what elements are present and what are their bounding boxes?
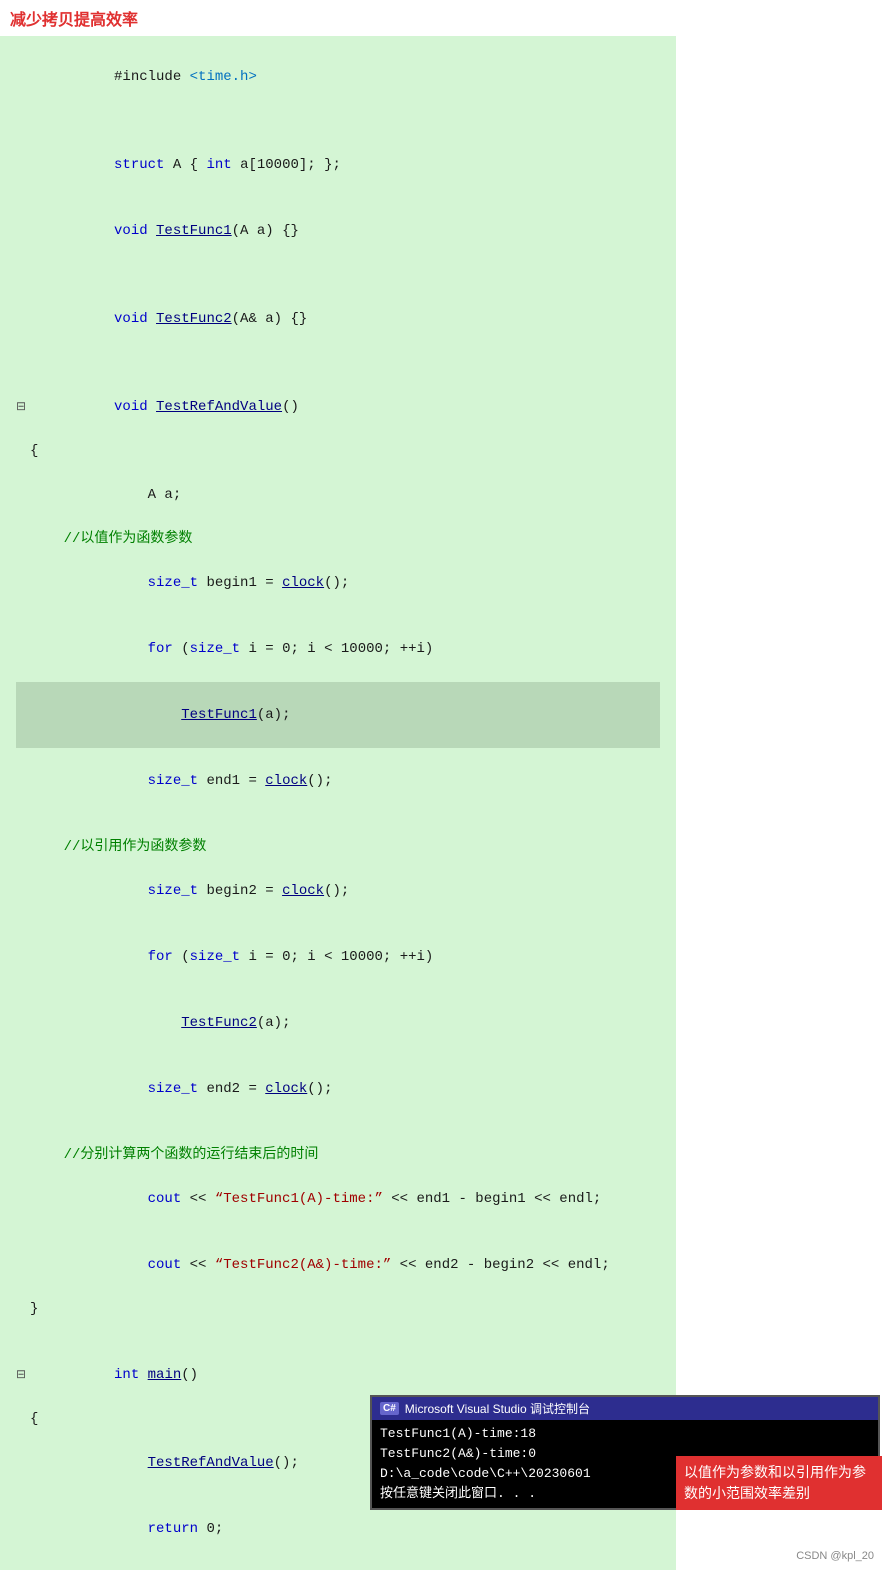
code-area: #include <time.h> struct A { int a[10000… [0,36,676,1570]
csdn-watermark: CSDN @kpl_20 [796,1550,874,1562]
code-line [16,1122,660,1144]
code-line [16,110,660,132]
code-line [16,1320,660,1342]
annotation-text: 以值作为参数和以引用作为参数的小范围效率差别 [684,1464,866,1501]
code-content: #include <time.h> [30,44,257,110]
page-wrapper: 减少拷贝提高效率 #include <time.h> struct A { in… [0,0,882,1570]
code-line: //以值作为函数参数 [16,528,660,550]
code-line: { [16,440,660,462]
code-block: #include <time.h> struct A { int a[10000… [0,36,676,1570]
code-line [16,264,660,286]
code-line-highlighted: TestFunc1(a); [16,682,660,748]
code-line: } [16,1298,660,1320]
page-title: 减少拷贝提高效率 [10,12,138,29]
code-line: for (size_t i = 0; i < 10000; ++i) [16,924,660,990]
code-line: //以引用作为函数参数 [16,836,660,858]
code-line: ⊟ void TestRefAndValue() [16,374,660,440]
code-line: cout << “TestFunc1(A)-time:” << end1 - b… [16,1166,660,1232]
code-line: //分别计算两个函数的运行结束后的时间 [16,1144,660,1166]
vs-icon: C# [380,1402,399,1415]
code-line [16,814,660,836]
code-line: size_t end2 = clock(); [16,1056,660,1122]
code-line: #include <time.h> [16,44,660,110]
code-line [16,352,660,374]
code-line: void TestFunc2(A& a) {} [16,286,660,352]
code-line: A a; [16,462,660,528]
code-line: for (size_t i = 0; i < 10000; ++i) [16,616,660,682]
code-line: cout << “TestFunc2(A&)-time:” << end2 - … [16,1232,660,1298]
annotation-box: 以值作为参数和以引用作为参数的小范围效率差别 [676,1456,882,1510]
code-line: size_t begin1 = clock(); [16,550,660,616]
title-bar: 减少拷贝提高效率 [0,0,882,36]
code-line: TestFunc2(a); [16,990,660,1056]
code-line: size_t begin2 = clock(); [16,858,660,924]
code-line: struct A { int a[10000]; }; [16,132,660,198]
console-title-bar: C# Microsoft Visual Studio 调试控制台 [372,1397,878,1420]
console-title: Microsoft Visual Studio 调试控制台 [405,1400,590,1417]
code-line: size_t end1 = clock(); [16,748,660,814]
console-line-1: TestFunc1(A)-time:18 [380,1424,870,1444]
code-line: void TestFunc1(A a) {} [16,198,660,264]
